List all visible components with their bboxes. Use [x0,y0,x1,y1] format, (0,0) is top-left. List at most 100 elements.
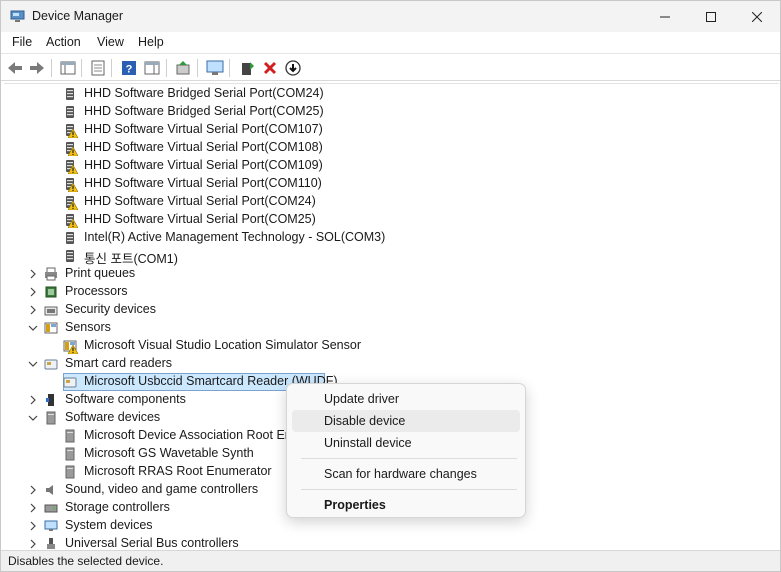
port-icon [63,105,77,119]
tree-item-label: Sensors [65,320,111,334]
help-button[interactable]: ? [119,58,139,78]
tree-item-label: HHD Software Virtual Serial Port(COM24) [84,194,316,208]
close-icon [752,11,762,22]
minimize-icon [660,16,670,17]
context-menu: Update driver Disable device Uninstall d… [286,383,526,518]
minimize-button[interactable] [642,1,688,32]
port-icon [63,87,77,101]
chevron-right-icon[interactable] [28,521,38,531]
close-button[interactable] [734,1,780,32]
menu-help[interactable]: Help [136,35,166,49]
chevron-down-icon[interactable] [28,323,38,333]
action-pane-button[interactable] [142,58,162,78]
tree-item-label: Microsoft Visual Studio Location Simulat… [84,338,361,352]
maximize-icon [706,11,716,22]
tree-item-label: Software devices [65,410,161,424]
menu-view[interactable]: View [95,35,126,49]
update-driver-button[interactable] [173,58,193,78]
uninstall-button[interactable] [260,58,280,78]
tree-item-label: HHD Software Virtual Serial Port(COM107) [84,122,323,136]
forward-icon [30,62,44,74]
system-icon [44,519,58,533]
port-icon [63,213,78,228]
ctx-scan-hardware[interactable]: Scan for hardware changes [292,463,520,485]
scan-hardware-icon [206,60,224,75]
tree-device[interactable]: HHD Software Bridged Serial Port(COM24) [4,85,774,103]
port-icon [63,123,78,138]
chevron-right-icon[interactable] [28,485,38,495]
back-icon [8,62,22,74]
tree-item-label: Processors [65,284,128,298]
tree-device[interactable]: HHD Software Virtual Serial Port(COM25) [4,211,774,229]
ctx-separator [301,458,517,459]
menu-bar: File Action View Help [1,32,780,54]
menu-file[interactable]: File [10,35,34,49]
chevron-right-icon[interactable] [28,503,38,513]
storage-icon [44,501,58,515]
properties-button[interactable] [88,58,108,78]
chevron-down-icon[interactable] [28,359,38,369]
menu-action[interactable]: Action [44,35,83,49]
tree-item-label: Sound, video and game controllers [65,482,259,496]
ctx-item-label: Update driver [324,392,400,406]
chevron-right-icon[interactable] [28,305,38,315]
security-icon [44,303,58,317]
tree-device[interactable]: Microsoft Visual Studio Location Simulat… [4,337,774,355]
chevron-right-icon[interactable] [28,287,38,297]
port-icon [63,159,78,174]
tree-item-label: HHD Software Virtual Serial Port(COM25) [84,212,316,226]
port-icon [63,141,78,156]
port-icon [63,195,78,210]
tree-category[interactable]: Print queues [4,265,774,283]
forward-button[interactable] [27,58,47,78]
tree-item-label: Print queues [65,266,136,280]
tree-category[interactable]: Universal Serial Bus controllers [4,535,774,549]
tree-category[interactable]: Security devices [4,301,774,319]
toolbar: ? [1,55,780,81]
chevron-right-icon[interactable] [28,539,38,549]
tree-item-label: Intel(R) Active Management Technology - … [84,230,386,244]
usb-icon [44,537,58,549]
tree-device[interactable]: Intel(R) Active Management Technology - … [4,229,774,247]
tree-device[interactable]: HHD Software Virtual Serial Port(COM108) [4,139,774,157]
scan-hardware-button[interactable] [205,58,225,78]
tree-device[interactable]: 통신 포트(COM1) [4,247,774,266]
add-legacy-icon [242,62,254,75]
toolbar-separator [229,59,230,77]
ctx-item-label: Disable device [324,414,406,428]
tree-device[interactable]: HHD Software Virtual Serial Port(COM110) [4,175,774,193]
window-title: Device Manager [32,9,124,23]
chevron-down-icon[interactable] [28,413,38,423]
tree-device[interactable]: HHD Software Virtual Serial Port(COM107) [4,121,774,139]
status-text: Disables the selected device. [8,554,164,568]
ctx-uninstall-device[interactable]: Uninstall device [292,432,520,454]
ctx-properties[interactable]: Properties [292,494,520,516]
tree-category[interactable]: Smart card readers [4,355,774,373]
ctx-disable-device[interactable]: Disable device [292,410,520,432]
console-tree-icon [60,61,76,75]
maximize-button[interactable] [688,1,734,32]
tree-item-label: Storage controllers [65,500,170,514]
processor-icon [44,285,58,299]
back-button[interactable] [5,58,25,78]
console-tree-button[interactable] [58,58,78,78]
svg-text:?: ? [126,64,133,76]
disable-button[interactable] [283,58,303,78]
tree-item-label: Microsoft GS Wavetable Synth [84,446,254,460]
tree-item-label: HHD Software Virtual Serial Port(COM110) [84,176,322,190]
ctx-update-driver[interactable]: Update driver [292,388,520,410]
tree-device[interactable]: HHD Software Virtual Serial Port(COM109) [4,157,774,175]
software-device-icon [44,411,58,425]
tree-category[interactable]: System devices [4,517,774,535]
tree-item-label: HHD Software Virtual Serial Port(COM109) [84,158,323,172]
tree-device[interactable]: HHD Software Bridged Serial Port(COM25) [4,103,774,121]
chevron-right-icon[interactable] [28,395,38,405]
chevron-right-icon[interactable] [28,269,38,279]
add-legacy-button[interactable] [237,58,257,78]
tree-category[interactable]: Sensors [4,319,774,337]
status-bar: Disables the selected device. [1,550,780,571]
tree-device[interactable]: HHD Software Virtual Serial Port(COM24) [4,193,774,211]
ctx-item-label: Properties [324,498,386,512]
toolbar-separator [166,59,167,77]
tree-category[interactable]: Processors [4,283,774,301]
